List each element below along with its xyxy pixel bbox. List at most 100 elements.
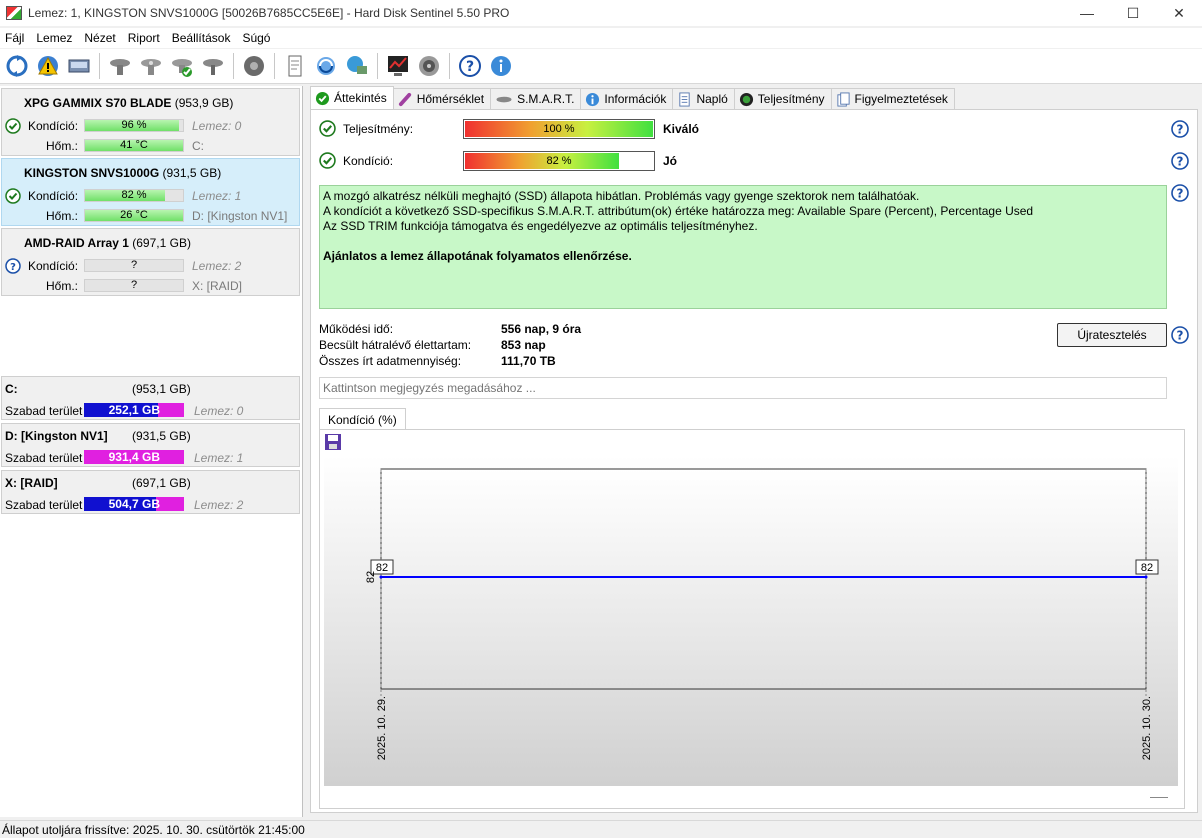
volume-card[interactable]: X: [RAID] (697,1 GB) Szabad terület 504,…	[1, 470, 300, 514]
refresh-icon[interactable]	[3, 52, 31, 80]
volume-card[interactable]: D: [Kingston NV1] (931,5 GB) Szabad terü…	[1, 423, 300, 467]
menu-disk[interactable]: Lemez	[30, 31, 78, 45]
save-icon[interactable]	[324, 433, 342, 451]
tab-label: Napló	[696, 92, 728, 106]
tab-performance[interactable]: Teljesítmény	[733, 88, 832, 109]
free-space-label: Szabad terület	[5, 451, 83, 465]
help-icon[interactable]: ?	[456, 52, 484, 80]
total-written-label: Összes írt adatmennyiség:	[319, 354, 462, 368]
check-circle-icon	[319, 120, 336, 137]
health-label: Kondíció:	[28, 119, 79, 133]
temp-bar: ?	[84, 279, 184, 292]
disk-card[interactable]: XPG GAMMIX S70 BLADE (953,9 GB) Kondíció…	[1, 88, 300, 156]
svg-text:?: ?	[1177, 329, 1184, 343]
details-panel: Áttekintés Hőmérséklet S.M.A.R.T. Inform…	[306, 86, 1202, 817]
volume-name: X: [RAID]	[5, 476, 58, 490]
menu-view[interactable]: Nézet	[78, 31, 121, 45]
tab-information[interactable]: Információk	[580, 88, 674, 109]
svg-text:?: ?	[1177, 155, 1184, 169]
warning-icon[interactable]	[34, 52, 62, 80]
disk-size: (953,9 GB)	[174, 96, 234, 110]
info-icon[interactable]	[487, 52, 515, 80]
note-input[interactable]	[319, 377, 1167, 399]
svg-text:?: ?	[1177, 187, 1184, 201]
status-text: Állapot utoljára frissítve: 2025. 10. 30…	[2, 822, 305, 837]
menu-help[interactable]: Súgó	[236, 31, 276, 45]
check-circle-icon	[319, 152, 336, 169]
health-value: ?	[130, 259, 138, 271]
hdd-check-icon[interactable]	[168, 52, 196, 80]
minimize-button[interactable]: —	[1064, 0, 1110, 26]
help-icon[interactable]: ?	[1171, 184, 1189, 202]
chart-tab-health[interactable]: Kondíció (%)	[319, 408, 406, 430]
help-icon[interactable]: ?	[1171, 152, 1189, 170]
tab-temperature[interactable]: Hőmérséklet	[392, 88, 492, 109]
disk-ref: Lemez: 0	[192, 119, 242, 133]
temp-value: 26 °C	[120, 209, 148, 221]
menu-bar: Fájl Lemez Nézet Riport Beállítások Súgó	[0, 28, 1202, 48]
alerts-icon	[836, 91, 850, 107]
help-icon[interactable]: ?	[1171, 326, 1189, 344]
disk-title: KINGSTON SNVS1000G (931,5 GB)	[24, 166, 221, 180]
tab-label: Hőmérséklet	[416, 92, 485, 106]
update-icon[interactable]	[312, 52, 340, 80]
disk-name: AMD-RAID Array 1	[24, 236, 129, 250]
temp-value: ?	[130, 279, 138, 291]
tab-log[interactable]: Napló	[672, 88, 735, 109]
chart-icon[interactable]	[384, 52, 412, 80]
x-tick-label: 2025. 10. 29.	[376, 696, 388, 760]
drive-letter: X: [RAID]	[192, 279, 243, 293]
tab-label: S.M.A.R.T.	[517, 92, 575, 106]
volume-card[interactable]: C: (953,1 GB) Szabad terület 252,1 GB Le…	[1, 376, 300, 420]
temp-bar: 26 °C	[84, 209, 184, 222]
status-bar: Állapot utoljára frissítve: 2025. 10. 30…	[0, 820, 1202, 838]
disk-ref: Lemez: 0	[194, 404, 244, 418]
total-written-value: 111,70 TB	[501, 354, 556, 368]
disk-icon[interactable]	[65, 52, 93, 80]
gear-icon[interactable]	[240, 52, 268, 80]
disk-ref: Lemez: 1	[194, 451, 244, 465]
report-icon[interactable]	[281, 52, 309, 80]
tab-smart[interactable]: S.M.A.R.T.	[490, 88, 582, 109]
maximize-button[interactable]: ☐	[1110, 0, 1156, 26]
disk-card-selected[interactable]: KINGSTON SNVS1000G (931,5 GB) Kondíció: …	[1, 158, 300, 226]
volume-size: (953,1 GB)	[132, 382, 191, 396]
point-label: 82	[376, 562, 388, 574]
disk-card[interactable]: AMD-RAID Array 1 (697,1 GB) ? Kondíció: …	[1, 228, 300, 296]
disk-size: (697,1 GB)	[132, 236, 191, 250]
overview-content: Teljesítmény: 100 % Kiváló ? Kondíció: 8…	[310, 109, 1198, 813]
info-icon	[586, 92, 600, 106]
thermometer-icon	[398, 92, 411, 106]
hdd-icon-2[interactable]	[137, 52, 165, 80]
menu-file[interactable]: Fájl	[0, 31, 30, 45]
menu-settings[interactable]: Beállítások	[166, 31, 237, 45]
hdd-icon-1[interactable]	[106, 52, 134, 80]
volume-name: D: [Kingston NV1]	[5, 429, 108, 443]
resize-handle[interactable]	[1150, 797, 1168, 798]
health-bar: 82 %	[84, 189, 184, 202]
tab-overview[interactable]: Áttekintés	[310, 86, 394, 109]
retest-button[interactable]: Újratesztelés	[1057, 323, 1167, 347]
network-icon[interactable]	[343, 52, 371, 80]
free-space-label: Szabad terület	[5, 498, 83, 512]
health-label: Kondíció:	[28, 189, 79, 203]
data-point	[1144, 575, 1148, 579]
menu-report[interactable]: Riport	[122, 31, 166, 45]
performance-icon	[739, 92, 753, 106]
help-icon[interactable]: ?	[1171, 120, 1189, 138]
performance-verdict: Kiváló	[663, 122, 700, 136]
tab-alerts[interactable]: Figyelmeztetések	[830, 88, 955, 109]
remaining-life-label: Becsült hátralévő élettartam:	[319, 338, 472, 352]
close-button[interactable]: ✕	[1156, 0, 1202, 26]
temp-label: Hőm.:	[46, 209, 79, 223]
tab-strip: Áttekintés Hőmérséklet S.M.A.R.T. Inform…	[310, 86, 955, 110]
svg-text:?: ?	[1177, 123, 1184, 137]
uptime-value: 556 nap, 9 óra	[501, 322, 582, 336]
recommendation: Ajánlatos a lemez állapotának folyamatos…	[323, 249, 632, 263]
disk-title: AMD-RAID Array 1 (697,1 GB)	[24, 236, 191, 250]
free-space-value: 931,4 GB	[108, 450, 160, 464]
hdd-icon-3[interactable]	[199, 52, 227, 80]
temp-bar: 41 °C	[84, 139, 184, 152]
speaker-icon[interactable]	[415, 52, 443, 80]
health-chart: 82 82 82 2025. 10. 29. 2025. 10. 30.	[365, 468, 1159, 760]
